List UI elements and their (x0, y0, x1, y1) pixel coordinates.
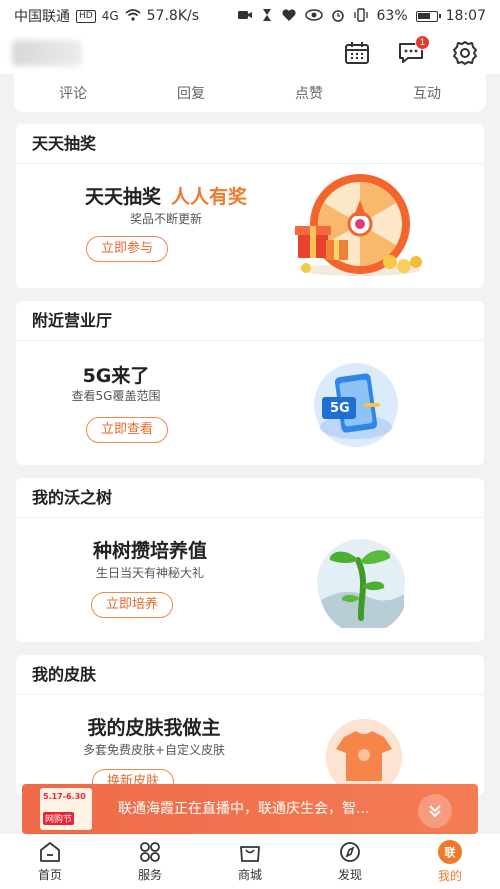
services-icon (140, 841, 160, 862)
compass-icon (340, 841, 360, 862)
status-bar: 中国联通 HD 4G 57.8K/s 63% 18:07 (0, 0, 500, 32)
video-icon (237, 9, 253, 24)
profile-icon: 联 (438, 839, 462, 864)
blurred-username (12, 40, 82, 66)
5g-phone-illustration: 5G (308, 363, 404, 449)
hd-icon: HD (76, 9, 96, 23)
live-banner-text: 联通海霞正在直播中，联通庆生会，智... (118, 801, 370, 817)
promo-title: 5G来了 (82, 365, 150, 387)
shop-icon (240, 845, 260, 862)
nav-label: 发现 (337, 867, 362, 882)
wo-tree-card: 我的沃之树 种树攒培养值 生日当天有神秘大礼 立即培养 (16, 478, 484, 642)
battery-icon (415, 10, 441, 22)
lottery-card: 天天抽奖 天天抽奖 人人有奖 奖品不断更新 立即参与 (16, 124, 484, 288)
card-title: 我的沃之树 (16, 478, 484, 518)
cultivate-button[interactable]: 立即培养 (91, 592, 174, 618)
promo-title: 我的皮肤我做主 (87, 717, 221, 739)
thumbnail-date: 5.17-6.30 (43, 792, 86, 801)
card-title: 天天抽奖 (16, 124, 484, 164)
tshirt-illustration (320, 717, 408, 795)
settings-icon[interactable] (450, 38, 480, 68)
promo-title: 天天抽奖 人人有奖 (16, 182, 316, 209)
promo-title: 种树攒培养值 (92, 540, 207, 562)
live-thumbnail: 5.17-6.30 网购节 (40, 788, 92, 830)
battery-percent: 63% (376, 8, 408, 24)
promo-title-main: 天天抽奖 (84, 186, 161, 208)
nav-label: 我的 (437, 868, 462, 883)
profile-header: 1 (0, 32, 500, 74)
message-badge: 1 (415, 35, 430, 50)
nav-label: 首页 (37, 867, 62, 882)
prize-wheel-illustration (292, 170, 426, 282)
calendar-icon[interactable] (342, 38, 372, 68)
signal-icon: 4G (101, 9, 119, 23)
message-icon[interactable]: 1 (396, 35, 430, 68)
tab-interactions[interactable]: 互动 (413, 83, 441, 103)
promo-subtitle: 生日当天有神秘大礼 (95, 566, 204, 580)
card-title: 附近营业厅 (16, 301, 484, 341)
home-icon (40, 841, 60, 862)
clock: 18:07 (445, 8, 486, 24)
5g-badge-text: 5G (330, 401, 350, 416)
nav-shop[interactable]: 商城 (215, 841, 285, 883)
chevron-down-icon[interactable] (418, 794, 452, 828)
tree-sprout-illustration (316, 538, 406, 635)
nav-home[interactable]: 首页 (15, 841, 85, 883)
nav-profile[interactable]: 联 我的 (415, 839, 485, 884)
wifi-icon (125, 8, 141, 24)
tab-comments[interactable]: 评论 (59, 83, 87, 103)
nav-services[interactable]: 服务 (115, 841, 185, 883)
hourglass-icon (261, 8, 273, 25)
promo-subtitle: 查看5G覆盖范围 (71, 389, 161, 403)
network-speed: 57.8K/s (146, 8, 200, 24)
nearby-hall-card: 附近营业厅 5G来了 查看5G覆盖范围 立即查看 5G (16, 301, 484, 465)
alarm-icon (331, 8, 345, 25)
card-title: 我的皮肤 (16, 655, 484, 695)
live-stream-banner[interactable]: 5.17-6.30 网购节 联通海霞正在直播中，联通庆生会，智... (22, 784, 478, 834)
nav-label: 商城 (237, 867, 262, 882)
skin-card: 我的皮肤 我的皮肤我做主 多套免费皮肤+自定义皮肤 换新皮肤 (16, 655, 484, 795)
tab-replies[interactable]: 回复 (177, 83, 205, 103)
promo-title-highlight: 人人有奖 (171, 186, 248, 208)
eye-icon (304, 8, 323, 24)
view-button[interactable]: 立即查看 (86, 417, 169, 443)
health-icon (281, 8, 297, 25)
nav-label: 服务 (137, 867, 162, 882)
activity-tabs: 评论 回复 点赞 互动 (14, 74, 486, 112)
carrier-label: 中国联通 (14, 9, 70, 25)
nav-discover[interactable]: 发现 (315, 841, 385, 883)
vibrate-icon (353, 7, 369, 25)
tab-likes[interactable]: 点赞 (295, 83, 323, 103)
thumbnail-label: 网购节 (43, 812, 75, 825)
promo-subtitle: 奖品不断更新 (129, 212, 202, 226)
join-button[interactable]: 立即参与 (86, 236, 169, 262)
promo-subtitle: 多套免费皮肤+自定义皮肤 (82, 743, 226, 757)
bottom-nav: 首页 服务 商城 发现 联 我的 (0, 834, 500, 889)
